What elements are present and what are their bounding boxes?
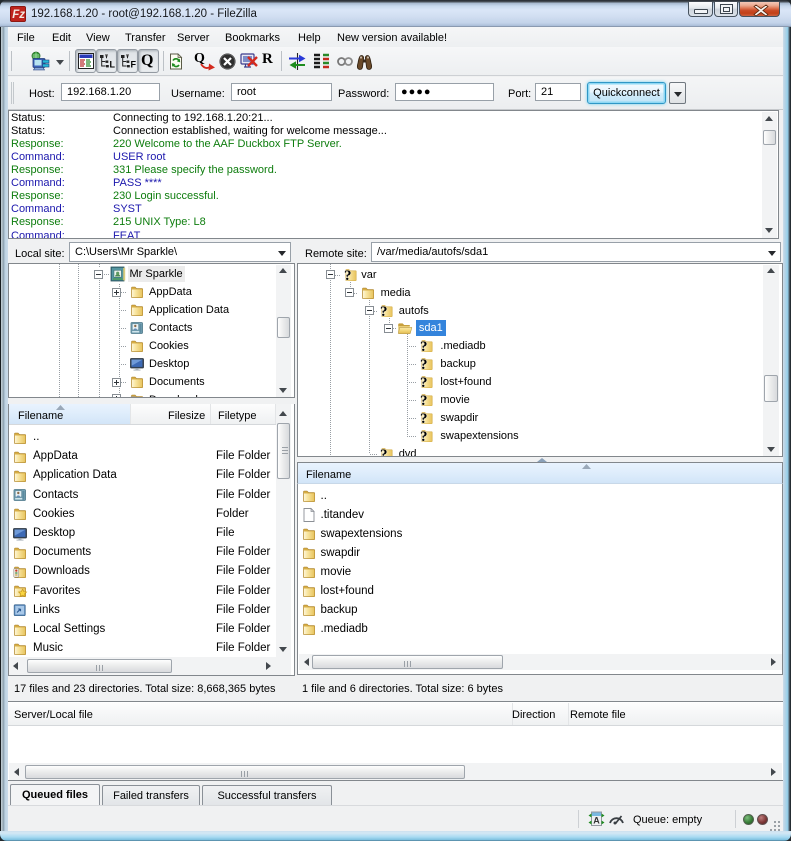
svg-text:L: L — [110, 60, 116, 70]
svg-text:A: A — [593, 816, 600, 826]
svg-text:F: F — [131, 60, 137, 70]
svg-text:Fz: Fz — [12, 9, 25, 21]
